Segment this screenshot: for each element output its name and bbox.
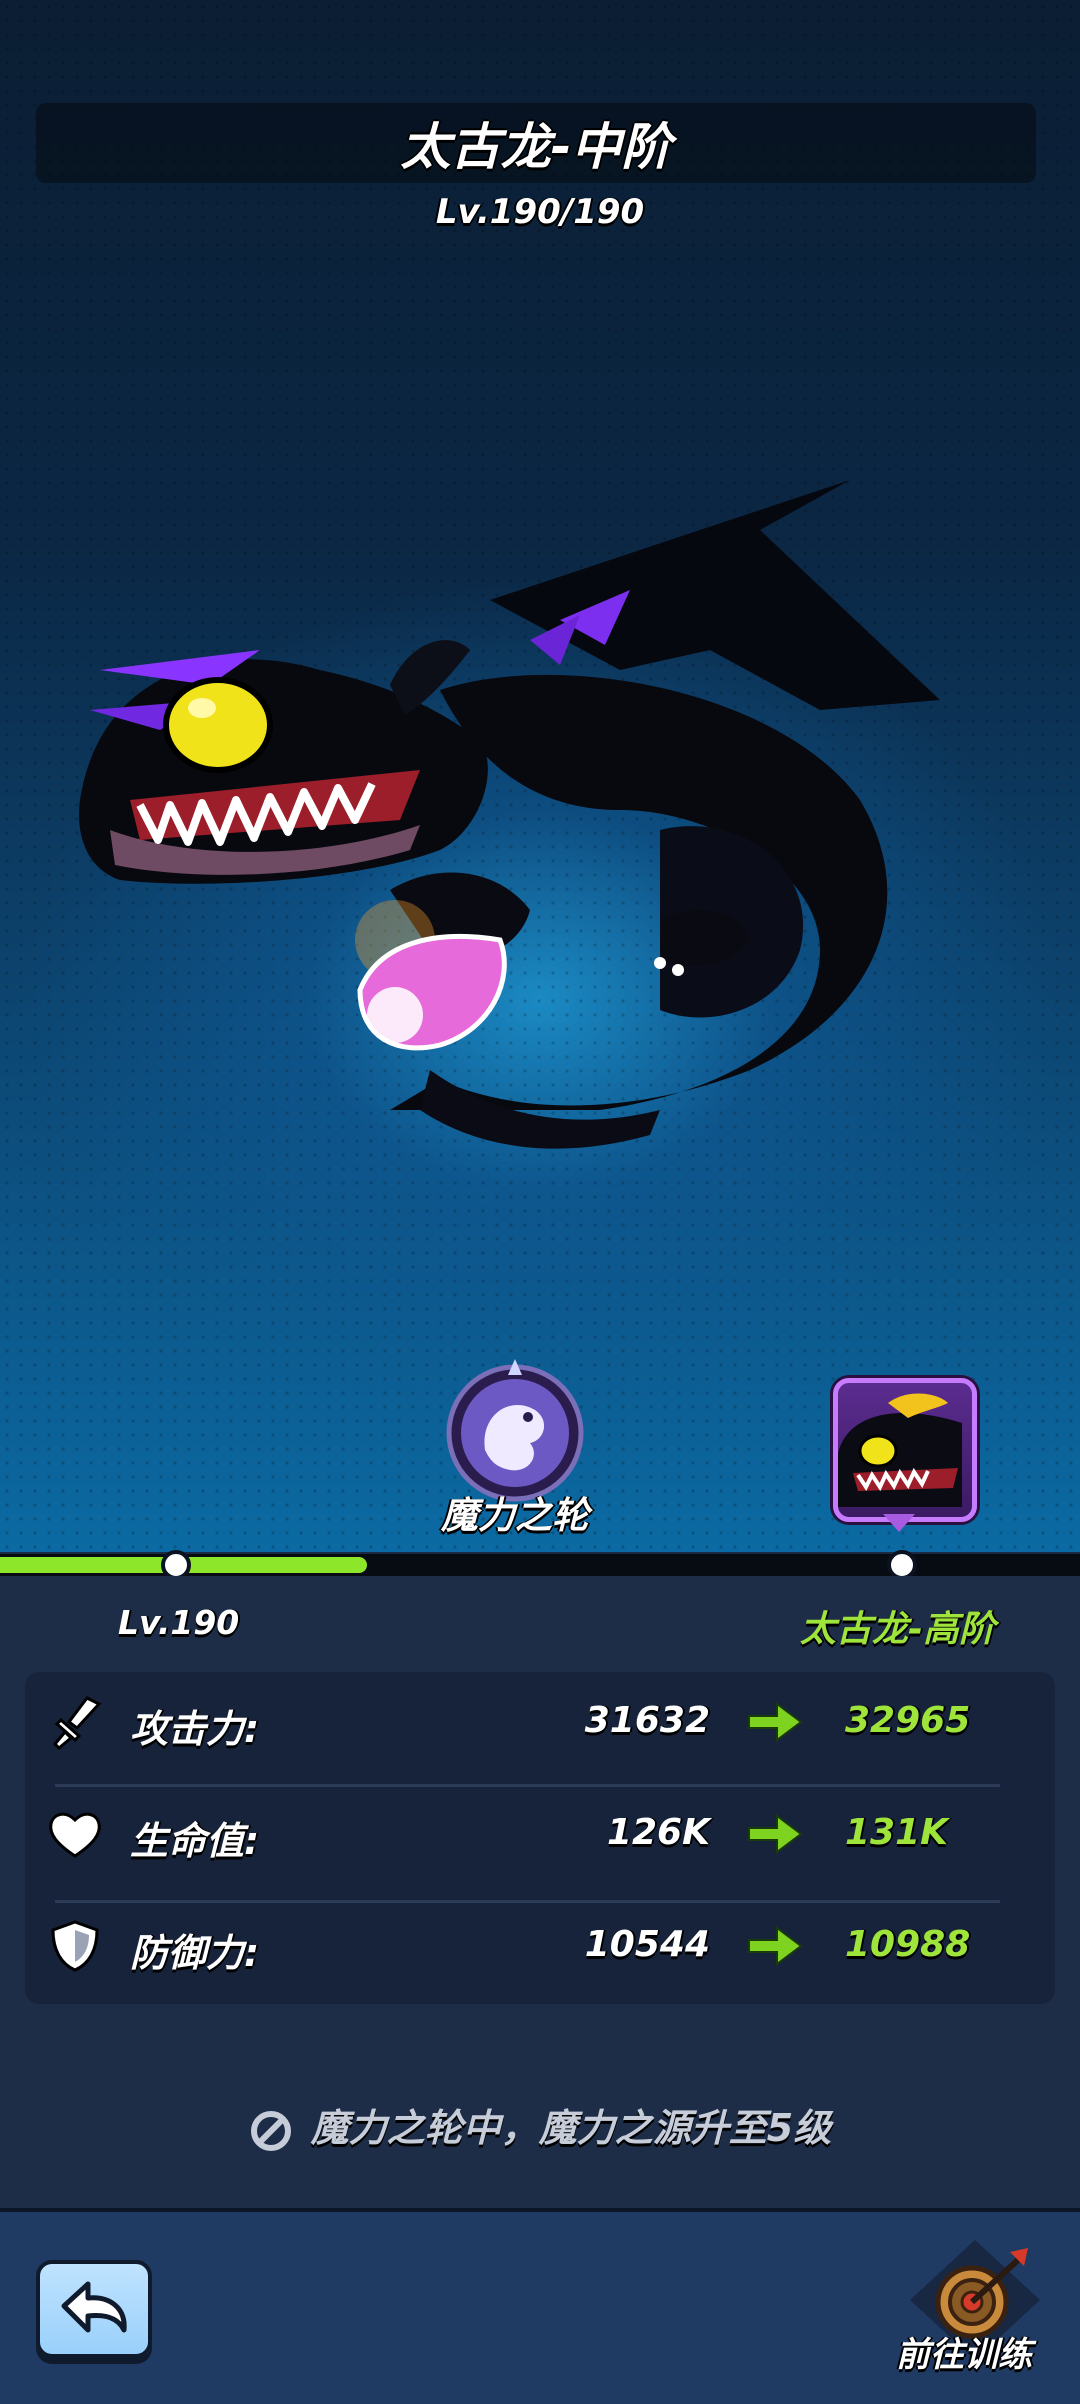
stat-next-value: 10988 (845, 1924, 971, 1965)
stat-current-value: 126K (606, 1812, 710, 1853)
title-bar: 太古龙-中阶 (36, 103, 1036, 183)
stat-current-value: 31632 (584, 1700, 710, 1741)
upgrade-requirement: 魔力之轮中，魔力之源升至5级 (0, 2097, 1080, 2153)
stat-row-defense: 防御力: 10544 10988 (25, 1896, 1055, 1996)
dragon-portrait-icon[interactable] (833, 1378, 977, 1522)
stat-current-value: 10544 (584, 1924, 710, 1965)
arrow-right-icon (748, 1926, 803, 1966)
sword-icon (52, 1696, 102, 1750)
heart-icon (49, 1812, 101, 1858)
next-stage-name: 太古龙-高阶 (800, 1609, 995, 1650)
evolution-progress-bar (0, 1550, 1080, 1580)
back-button[interactable] (36, 2260, 152, 2358)
pet-scene: 太古龙-中阶 Lv.190/190 魔力之轮 (0, 0, 1080, 1552)
portrait-pointer (883, 1514, 915, 1532)
dark-dragon-illustration (79, 480, 940, 1149)
shield-icon (51, 1920, 99, 1972)
arrow-right-icon (748, 1814, 803, 1854)
stat-row-attack: 攻击力: 31632 32965 (25, 1672, 1055, 1772)
stat-label: 攻击力: (130, 1707, 260, 1751)
pet-title: 太古龙-中阶 (400, 118, 672, 176)
back-arrow-icon (61, 2281, 127, 2333)
arrow-right-icon (748, 1702, 803, 1742)
stat-next-value: 131K (845, 1812, 949, 1853)
requirement-text: 魔力之轮中，魔力之源升至5级 (310, 2106, 832, 2150)
stat-next-value: 32965 (845, 1700, 971, 1741)
pet-level: Lv.190/190 (435, 192, 645, 232)
forbidden-icon (250, 2110, 291, 2151)
stat-label: 防御力: (130, 1931, 260, 1975)
current-level: Lv.190 (118, 1603, 240, 1642)
stat-row-health: 生命值: 126K 131K (25, 1784, 1055, 1884)
go-training-label[interactable]: 前往训练 (896, 2327, 1032, 2376)
stats-box: 攻击力: 31632 32965 生命值: 126K 131K 防御力: 105… (25, 1672, 1055, 2004)
wheel-label: 魔力之轮 (441, 1494, 589, 1537)
magic-wheel-icon[interactable] (440, 1355, 590, 1505)
stat-label: 生命值: (130, 1819, 260, 1863)
